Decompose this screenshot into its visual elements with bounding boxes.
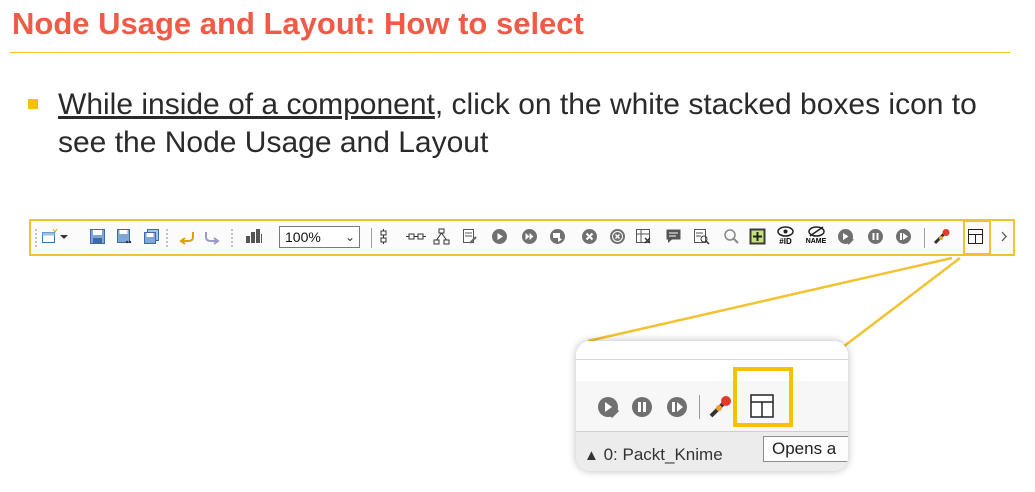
workflow-status-text: ▲ 0: Packt_Knime: [584, 445, 723, 465]
triangle-icon: ▲: [584, 447, 599, 464]
inset-divider: [576, 359, 848, 360]
zoom-callout: ▲ 0: Packt_Knime Opens a: [576, 341, 848, 471]
step-loop-icon[interactable]: [596, 395, 620, 424]
tooltip: Opens a: [763, 436, 848, 462]
callout-lines: [587, 256, 961, 348]
workflow-name: 0: Packt_Knime: [603, 445, 723, 464]
inset-separator: [699, 395, 700, 419]
open-dialog-icon[interactable]: [708, 394, 734, 425]
resume-loop-icon[interactable]: [665, 395, 689, 424]
layout-icon-highlight: [733, 367, 793, 427]
pause-loop-icon[interactable]: [630, 395, 654, 424]
inset-toolbar: [576, 381, 848, 431]
